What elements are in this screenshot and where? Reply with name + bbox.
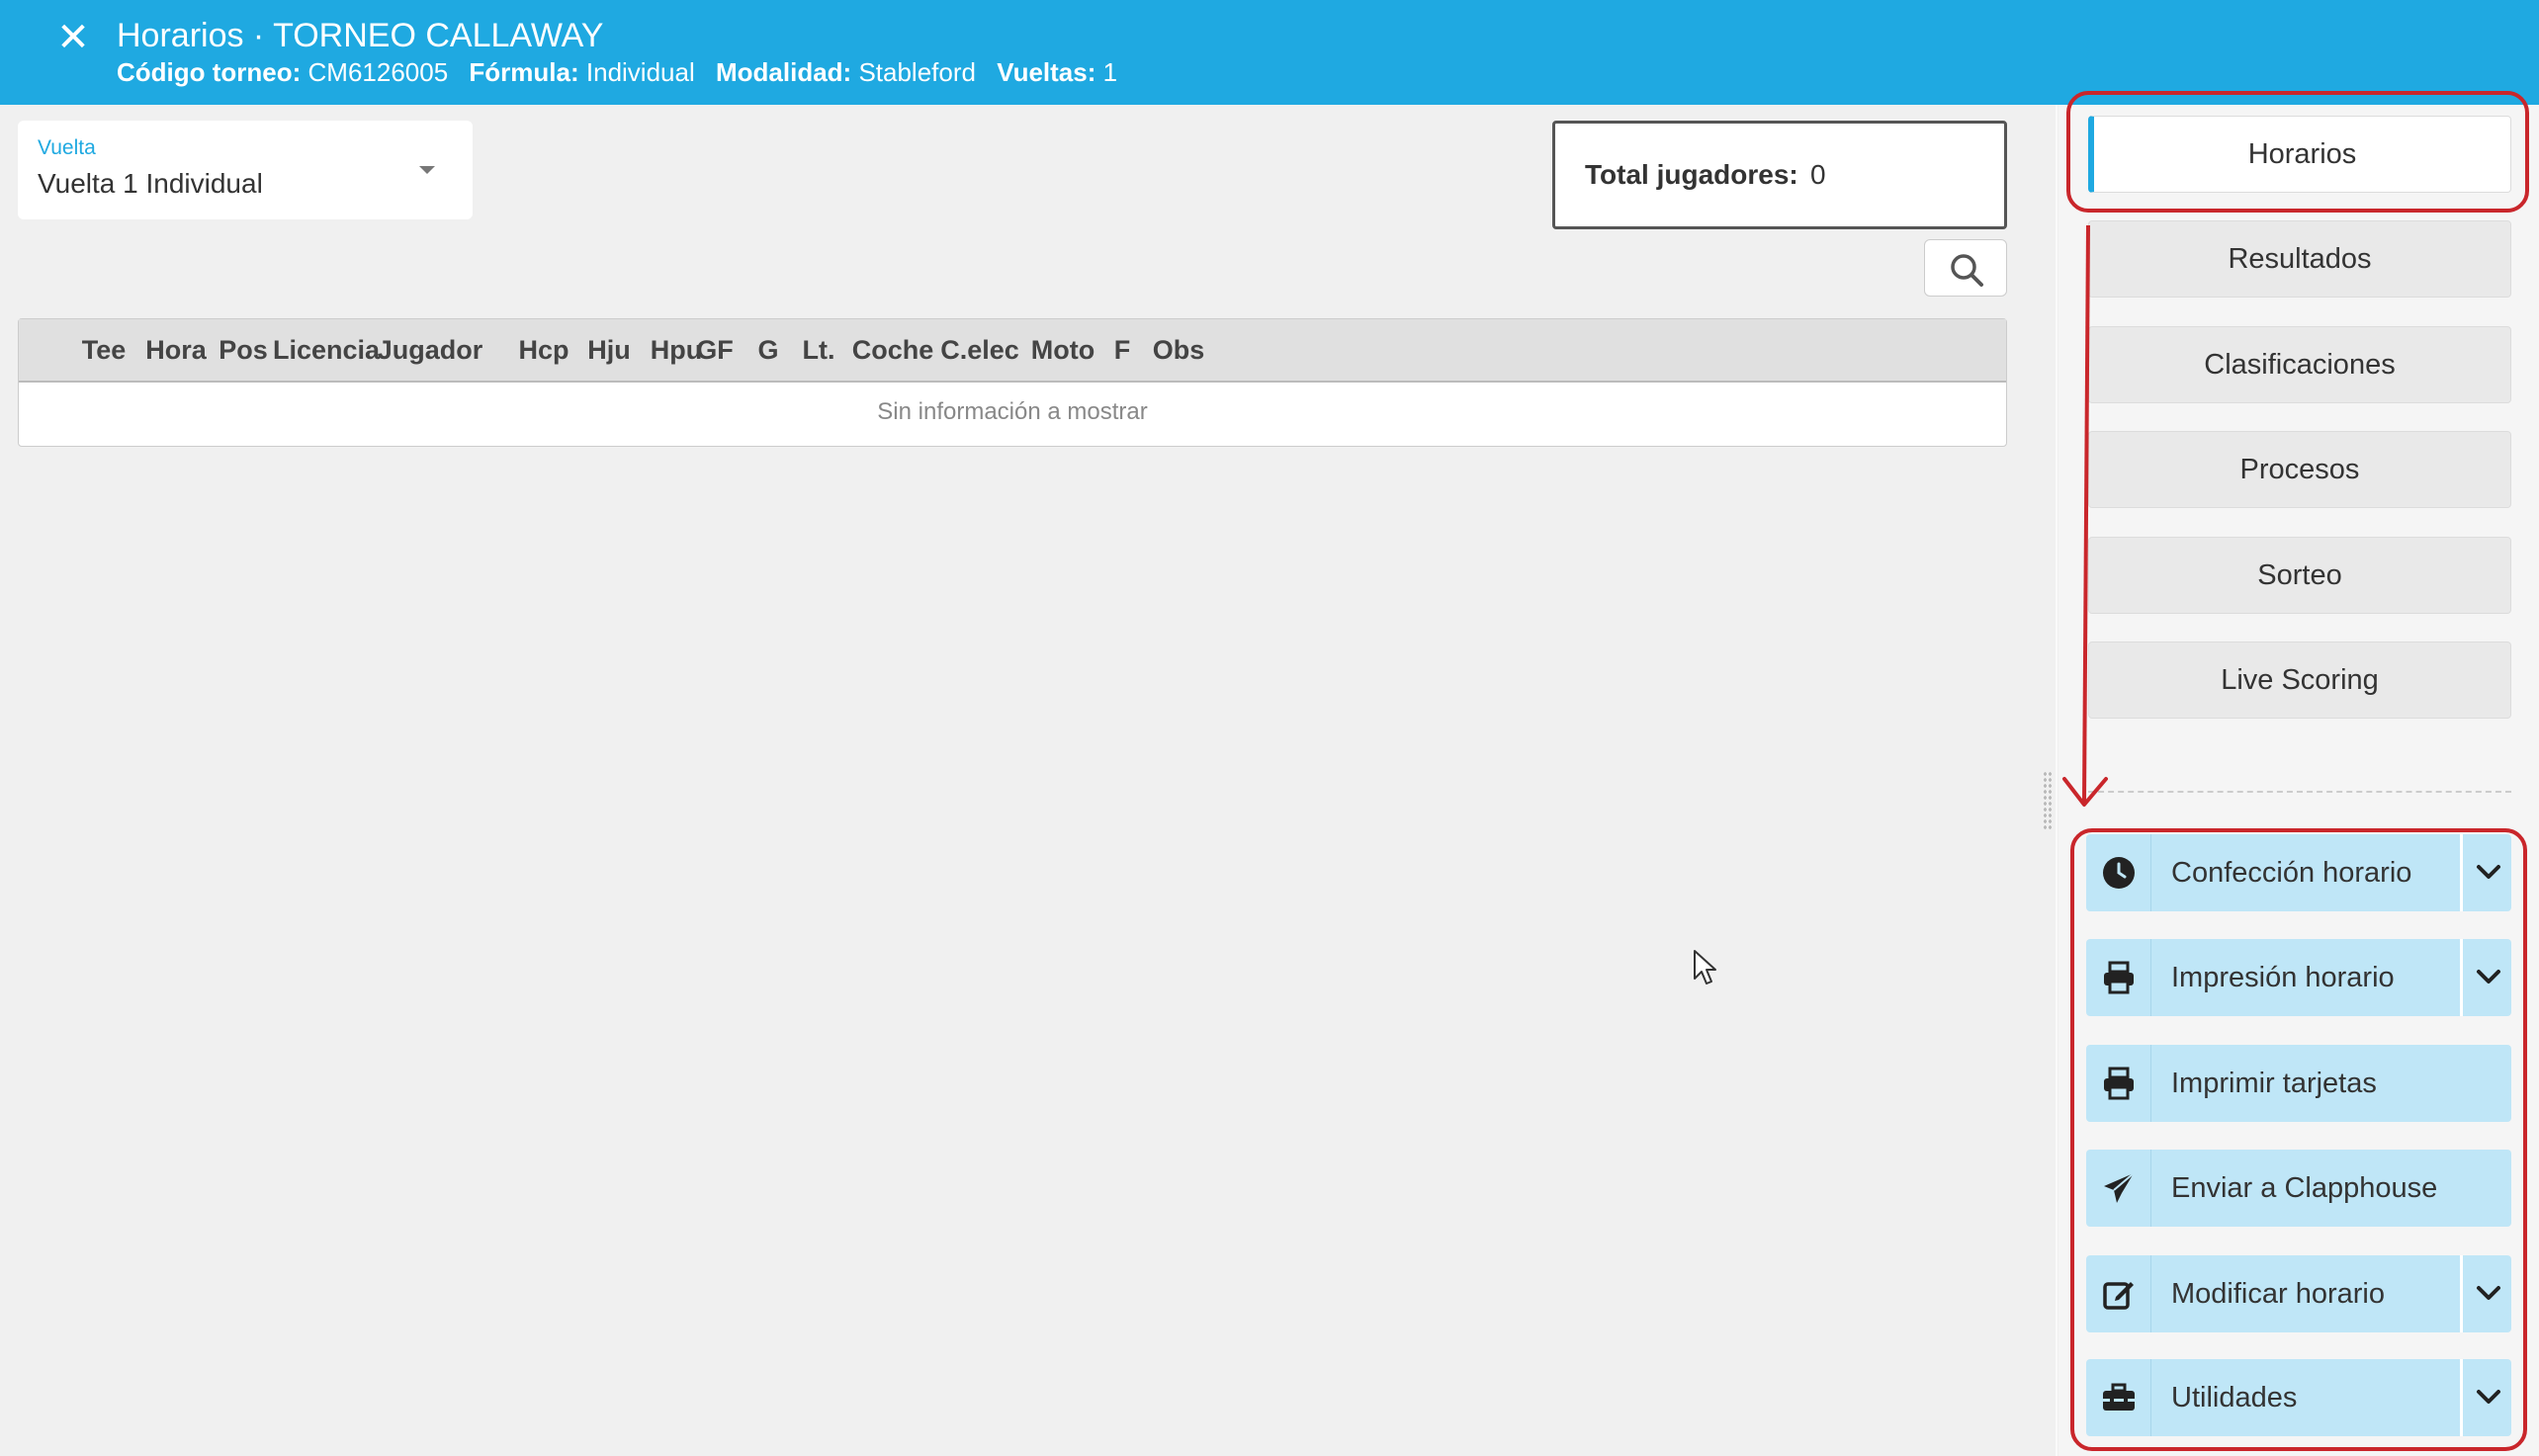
imprimir-tarjetas-button[interactable]: Imprimir tarjetas bbox=[2086, 1045, 2511, 1122]
column-header-pos[interactable]: Pos bbox=[219, 335, 268, 366]
formula-label: Fórmula: bbox=[469, 57, 579, 87]
vuelta-select-value: Vuelta 1 Individual bbox=[38, 168, 263, 199]
column-header-hora[interactable]: Hora bbox=[145, 335, 207, 366]
total-players-value: 0 bbox=[1810, 159, 1826, 190]
clock-icon bbox=[2103, 857, 2135, 889]
column-header-obs[interactable]: Obs bbox=[1153, 335, 1205, 366]
column-header-jugador[interactable]: Jugador bbox=[378, 335, 483, 366]
empty-table-message: Sin información a mostrar bbox=[877, 398, 1148, 425]
codigo-value: CM6126005 bbox=[307, 57, 449, 87]
chevron-down-icon bbox=[2477, 970, 2500, 984]
confeccion-horario-dropdown[interactable] bbox=[2460, 834, 2511, 911]
codigo-label: Código torneo: bbox=[117, 57, 302, 87]
confeccion-horario-label: Confección horario bbox=[2171, 857, 2412, 889]
formula-value: Individual bbox=[585, 57, 695, 87]
mouse-cursor-icon bbox=[1694, 950, 1716, 985]
icon-cell bbox=[2086, 939, 2151, 1016]
modificar-horario-button[interactable]: Modificar horario bbox=[2086, 1255, 2511, 1332]
right-panel bbox=[2058, 105, 2539, 1456]
chevron-down-icon bbox=[2477, 865, 2500, 879]
column-header-f[interactable]: F bbox=[1114, 335, 1131, 366]
column-header-tee[interactable]: Tee bbox=[82, 335, 127, 366]
section-divider bbox=[2088, 791, 2511, 793]
utilidades-button[interactable]: Utilidades bbox=[2086, 1359, 2511, 1436]
icon-cell bbox=[2086, 1255, 2151, 1332]
app-window: ✕ Horarios · TORNEO CALLAWAY Código torn… bbox=[0, 0, 2539, 1456]
nav-procesos[interactable]: Procesos bbox=[2088, 431, 2511, 508]
page-title: Horarios · TORNEO CALLAWAY bbox=[117, 17, 604, 54]
annotation-arrow-icon bbox=[2062, 224, 2108, 807]
column-header-coche[interactable]: Coche bbox=[852, 335, 934, 366]
total-players-label: Total jugadores: bbox=[1585, 159, 1798, 190]
vueltas-value: 1 bbox=[1102, 57, 1118, 87]
header-bar: ✕ Horarios · TORNEO CALLAWAY Código torn… bbox=[0, 0, 2539, 105]
icon-cell bbox=[2086, 1045, 2151, 1122]
chevron-down-icon bbox=[2477, 1390, 2500, 1404]
toolbox-icon bbox=[2103, 1383, 2135, 1411]
column-header-gf[interactable]: GF bbox=[696, 335, 734, 366]
enviar-clapphouse-button[interactable]: Enviar a Clapphouse bbox=[2086, 1150, 2511, 1227]
nav-horarios[interactable]: Horarios bbox=[2088, 116, 2511, 193]
column-header-moto[interactable]: Moto bbox=[1031, 335, 1094, 366]
vueltas-label: Vueltas: bbox=[997, 57, 1096, 87]
column-header-hpu[interactable]: Hpu bbox=[651, 335, 702, 366]
icon-cell bbox=[2086, 834, 2151, 911]
icon-cell bbox=[2086, 1359, 2151, 1436]
nav-clasificaciones[interactable]: Clasificaciones bbox=[2088, 326, 2511, 403]
impresion-horario-dropdown[interactable] bbox=[2460, 939, 2511, 1016]
chevron-down-icon bbox=[2477, 1286, 2500, 1300]
modalidad-value: Stableford bbox=[858, 57, 976, 87]
column-header-lt[interactable]: Lt. bbox=[803, 335, 835, 366]
total-players-box: Total jugadores: 0 bbox=[1552, 121, 2007, 229]
impresion-horario-label: Impresión horario bbox=[2171, 962, 2395, 993]
nav-resultados[interactable]: Resultados bbox=[2088, 220, 2511, 298]
modificar-horario-dropdown[interactable] bbox=[2460, 1255, 2511, 1332]
column-header-celec[interactable]: C.elec bbox=[940, 335, 1019, 366]
caret-down-icon bbox=[419, 166, 435, 174]
column-header-g[interactable]: G bbox=[757, 335, 778, 366]
enviar-clapphouse-label: Enviar a Clapphouse bbox=[2171, 1172, 2438, 1204]
confeccion-horario-button[interactable]: Confección horario bbox=[2086, 834, 2511, 911]
resize-handle[interactable] bbox=[2043, 771, 2053, 830]
column-header-hcp[interactable]: Hcp bbox=[518, 335, 569, 366]
edit-icon bbox=[2103, 1282, 2134, 1310]
tournament-info: Código torneo: CM6126005 Fórmula: Indivi… bbox=[117, 55, 1117, 89]
search-button[interactable] bbox=[1924, 239, 2007, 297]
paper-plane-icon bbox=[2104, 1172, 2135, 1203]
nav-live-scoring[interactable]: Live Scoring bbox=[2088, 642, 2511, 719]
search-icon bbox=[1951, 254, 1983, 287]
modalidad-label: Modalidad: bbox=[715, 57, 852, 87]
imprimir-tarjetas-label: Imprimir tarjetas bbox=[2171, 1068, 2377, 1099]
printer-icon bbox=[2104, 1067, 2134, 1100]
schedule-table: Tee Hora Pos Licencia Jugador Hcp Hju Hp… bbox=[18, 318, 2007, 447]
column-header-hju[interactable]: Hju bbox=[587, 335, 631, 366]
close-button[interactable]: ✕ bbox=[53, 18, 93, 57]
printer-icon bbox=[2104, 961, 2134, 994]
column-header-licencia[interactable]: Licencia bbox=[273, 335, 380, 366]
table-header: Tee Hora Pos Licencia Jugador Hcp Hju Hp… bbox=[19, 319, 2006, 383]
modificar-horario-label: Modificar horario bbox=[2171, 1278, 2385, 1310]
utilidades-dropdown[interactable] bbox=[2460, 1359, 2511, 1436]
utilidades-label: Utilidades bbox=[2171, 1382, 2298, 1413]
icon-cell bbox=[2086, 1150, 2151, 1227]
nav-sorteo[interactable]: Sorteo bbox=[2088, 537, 2511, 614]
impresion-horario-button[interactable]: Impresión horario bbox=[2086, 939, 2511, 1016]
vuelta-select-label: Vuelta bbox=[38, 136, 96, 159]
vuelta-select[interactable]: Vuelta Vuelta 1 Individual bbox=[18, 121, 473, 219]
